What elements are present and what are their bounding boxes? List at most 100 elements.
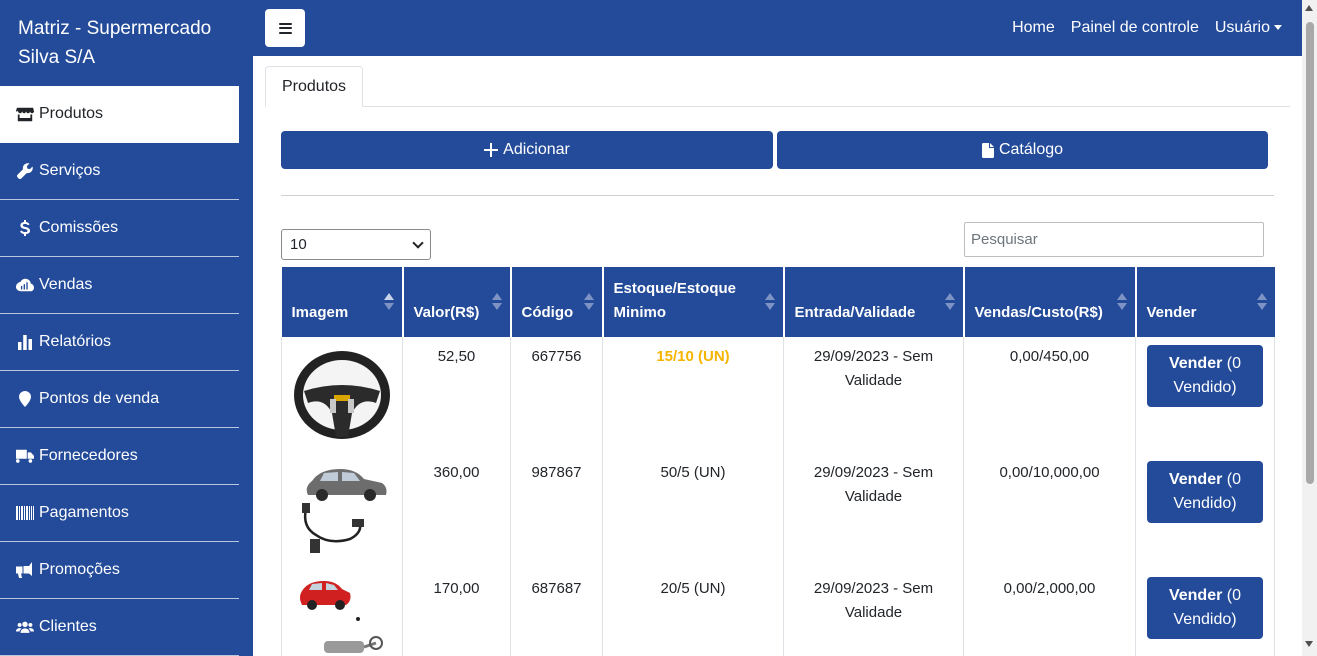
cell-image [281,337,403,453]
sidebar-item-label: Serviços [39,162,101,179]
sidebar-item-label: Produtos [39,105,104,122]
top-nav: Home Painel de controle Usuário [1012,0,1282,56]
cell-stock: 15/10 (UN) [602,337,784,453]
header-value[interactable]: Valor(R$) [401,267,511,337]
header-label: Estoque/Estoque Minimo [613,280,737,321]
header-label: Código [521,304,574,321]
cell-sales: 0,00/10,000,00 [963,453,1136,569]
store-icon [15,105,35,123]
stock-text: 50/5 (UN) [660,464,726,481]
barcode-icon [15,504,35,522]
sidebar-item-fornecedores[interactable]: Fornecedores [0,428,239,485]
hamburger-icon [278,22,292,34]
sort-icon [1116,293,1127,311]
cell-value: 52,50 [402,337,511,453]
page-size-select[interactable]: 10 [281,229,431,260]
stock-warning-text: 15/10 (UN) [656,348,730,365]
cell-sales: 0,00/2,000,00 [963,569,1136,656]
sidebar-item-comissoes[interactable]: Comissões [0,200,239,257]
sidebar-item-label: Pagamentos [39,504,129,521]
header-label: Vender [1146,304,1197,321]
dashboard-link[interactable]: Painel de controle [1071,19,1199,37]
cell-value: 360,00 [402,453,511,569]
cell-entry: 29/09/2023 - Sem Validade [783,453,964,569]
header-sales[interactable]: Vendas/Custo(R$) [962,267,1136,337]
scrollbar[interactable] [1302,0,1317,656]
stock-text: 20/5 (UN) [660,580,726,597]
add-button[interactable]: Adicionar [281,131,773,169]
sidebar-item-produtos[interactable]: Produtos [0,86,239,143]
sidebar-item-pagamentos[interactable]: Pagamentos [0,485,239,542]
header-label: Valor(R$) [413,304,480,321]
truck-icon [15,447,35,465]
menu-toggle-button[interactable] [265,9,305,47]
sidebar-item-label: Fornecedores [39,447,138,464]
catalog-button-label: Catálogo [998,141,1064,158]
caret-down-icon [1274,25,1282,31]
cell-sales: 0,00/450,00 [963,337,1136,453]
sort-icon [583,293,594,311]
add-button-label: Adicionar [503,141,570,158]
sell-button-label: Vender [1168,471,1223,488]
cell-stock: 50/5 (UN) [602,453,784,569]
sell-button[interactable]: Vender (0 Vendido) [1147,577,1263,639]
users-icon [15,618,35,636]
cell-image [281,569,403,656]
sidebar-item-label: Promoções [39,561,120,578]
search-input[interactable] [964,222,1264,257]
sidebar-item-clientes[interactable]: Clientes [0,599,239,656]
header-label: Imagem [291,304,349,321]
sidebar-item-label: Comissões [39,219,119,236]
table-row: 360,00 987867 50/5 (UN) 29/09/2023 - Sem… [281,453,1275,569]
sell-button[interactable]: Vender (0 Vendido) [1147,461,1263,523]
sidebar: Matriz - Supermercado Silva S/A Produtos… [0,0,253,656]
sidebar-item-label: Clientes [39,618,97,635]
sidebar-item-relatorios[interactable]: Relatórios [0,314,239,371]
sidebar-item-vendas[interactable]: Vendas [0,257,239,314]
scroll-thumb[interactable] [1306,22,1314,484]
sidebar-item-label: Vendas [39,276,93,293]
tab-produtos[interactable]: Produtos [265,66,364,107]
wrench-icon [15,162,35,180]
sidebar-nav: Produtos Serviços Comissões Vendas Relat… [0,86,239,656]
scroll-down-icon[interactable] [1305,641,1313,647]
sort-icon [383,293,394,311]
header-stock[interactable]: Estoque/Estoque Minimo [601,267,784,337]
steering-wheel-image[interactable] [290,341,394,445]
sort-icon [764,293,775,311]
sidebar-item-pontos-de-venda[interactable]: Pontos de venda [0,371,239,428]
sort-icon [491,293,502,311]
home-link[interactable]: Home [1012,19,1055,37]
tab-bar: Produtos [265,66,1290,107]
cell-code: 987867 [510,453,603,569]
cell-stock: 20/5 (UN) [602,569,784,656]
megaphone-icon [15,561,35,579]
divider [281,195,1274,196]
header-sell[interactable]: Vender [1134,267,1275,337]
sidebar-item-label: Pontos de venda [39,390,160,407]
table-row: 170,00 687687 20/5 (UN) 29/09/2023 - Sem… [281,569,1275,656]
sell-button[interactable]: Vender (0 Vendido) [1147,345,1263,407]
page-size-value: 10 [290,236,307,253]
cell-code: 687687 [510,569,603,656]
header-label: Vendas/Custo(R$) [974,304,1103,321]
car-sensor-image[interactable] [290,457,394,561]
catalog-button[interactable]: Catálogo [777,131,1268,169]
table-row: 52,50 667756 15/10 (UN) 29/09/2023 - Sem… [281,337,1275,453]
dollar-icon [15,219,35,237]
map-marker-icon [15,390,35,408]
table-header-row: Imagem Valor(R$) Código Estoque/Estoque … [281,267,1275,337]
sell-button-label: Vender [1168,355,1223,372]
sort-icon [1256,293,1267,311]
user-menu[interactable]: Usuário [1215,19,1282,37]
scroll-up-icon[interactable] [1305,5,1313,11]
header-image[interactable]: Imagem [281,267,403,337]
sidebar-item-promocoes[interactable]: Promoções [0,542,239,599]
cell-sell: Vender (0 Vendido) [1135,569,1275,656]
chevron-down-icon [412,236,424,249]
sort-icon [944,293,955,311]
header-entry[interactable]: Entrada/Validade [782,267,964,337]
car-exhaust-image[interactable] [290,573,394,656]
sidebar-item-servicos[interactable]: Serviços [0,143,239,200]
header-code[interactable]: Código [509,267,603,337]
